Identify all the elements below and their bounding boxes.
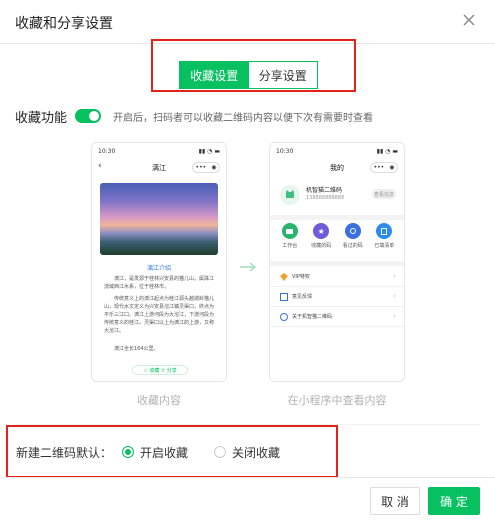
preview-miniprogram-phone: 10:30 ▮▮ ◔ ▬ 我的 ••• ◉ 机智猫二维码 138888888888… <box>269 142 405 382</box>
dialog-title: 收藏和分享设置 <box>15 16 113 32</box>
favorite-share-mini-buttons: ☆ 收藏 ⇪ 分享 <box>132 365 188 375</box>
favorite-toggle[interactable] <box>75 109 102 123</box>
list-item-about: 关于机智猫二维码 › <box>270 307 404 327</box>
capsule-menu-icon: ••• ◉ <box>192 162 220 173</box>
radio-option-enable[interactable]: 开启收藏 <box>122 444 188 461</box>
caption-view-in-miniprogram: 在小程序中查看内容 <box>287 394 387 407</box>
article-paragraph: 传统意义上的漓江起点为桂江源头越城岭猫儿山，现代水文定义为兴安县溶江镇灵渠口，终… <box>104 296 215 334</box>
default-favorite-setting: 新建二维码默认： 开启收藏 关闭收藏 <box>16 444 280 460</box>
list-icon <box>376 223 393 239</box>
radio-option-disable[interactable]: 关闭收藏 <box>214 444 280 461</box>
cancel-button[interactable]: 取 消 <box>370 487 420 515</box>
grid-item-filled: 已填清单 <box>370 223 398 259</box>
preview-favorite-phone: 10:30 ▮▮ ◔ ▬ ‹ 漓江 ••• ◉ 漓江介绍 漓江，是发源于桂林兴安县… <box>91 142 227 382</box>
signal-icon: ▮▮ ◔ ▬ <box>376 148 398 155</box>
divider <box>270 215 404 220</box>
profile-name: 机智猫二维码 <box>306 187 343 194</box>
profile-id: 138888888888 <box>306 195 345 201</box>
status-time: 10:30 <box>98 148 116 155</box>
tab-favorite-settings[interactable]: 收藏设置 <box>180 62 249 88</box>
divider <box>270 261 404 266</box>
settings-tabs: 收藏设置 分享设置 <box>179 61 318 89</box>
article-paragraph: 漓江全长164公里。 <box>114 346 159 352</box>
function-grid: 工作台 ★ 收藏的码 看过的码 已填清单 <box>274 223 400 259</box>
dialog-header: 收藏和分享设置 <box>0 0 495 44</box>
mini-navbar: ‹ 漓江 ••• ◉ <box>92 160 226 176</box>
radio-checked-icon[interactable] <box>122 446 135 458</box>
favorite-share-settings-dialog: 收藏和分享设置 收藏设置 分享设置 收藏功能 开启后，扫码者可以收藏二维码内容以… <box>0 0 495 522</box>
favorite-function-label: 收藏功能 <box>15 110 68 126</box>
info-icon <box>280 313 288 321</box>
status-bar: 10:30 ▮▮ ◔ ▬ <box>276 148 398 155</box>
list-item-vip: VIP特权 › <box>270 267 404 287</box>
star-icon: ★ <box>313 223 330 239</box>
lijiang-photo <box>100 183 218 255</box>
close-icon[interactable] <box>461 12 477 28</box>
favorite-description: 开启后，扫码者可以收藏二维码内容以便下次有需要时查看 <box>113 112 374 124</box>
mini-navbar: 我的 ••• ◉ <box>270 160 404 176</box>
grid-item-collected: ★ 收藏的码 <box>307 223 335 259</box>
list-item-feedback: 意见反馈 › <box>270 287 404 307</box>
status-time: 10:30 <box>276 148 294 155</box>
grid-item-workbench: 工作台 <box>276 223 304 259</box>
chevron-right-icon: › <box>393 272 396 280</box>
grid-item-viewed: 看过的码 <box>339 223 367 259</box>
chevron-right-icon: › <box>393 312 396 320</box>
photo-caption: 漓江介绍 <box>146 265 171 272</box>
workbench-icon <box>281 223 298 239</box>
default-setting-label: 新建二维码默认： <box>16 445 113 460</box>
capsule-menu-icon: ••• ◉ <box>370 162 398 173</box>
feedback-icon <box>280 293 288 301</box>
radio-unchecked-icon[interactable] <box>214 446 227 458</box>
article-paragraph: 漓江，是发源于桂林兴安县的猫儿山，属珠江流域西江水系，位于桂林市。 <box>104 276 215 290</box>
caption-favorite-content: 收藏内容 <box>137 394 181 407</box>
favorite-function-row: 收藏功能 开启后，扫码者可以收藏二维码内容以便下次有需要时查看 <box>15 107 374 126</box>
cat-avatar-icon <box>280 185 300 205</box>
profile-view-button: 查看信息 <box>372 189 396 199</box>
arrow-right-icon <box>240 262 257 272</box>
dialog-footer: 取 消 确 定 <box>0 477 495 522</box>
confirm-button[interactable]: 确 定 <box>428 487 480 515</box>
chevron-right-icon: › <box>393 292 396 300</box>
profile-row: 机智猫二维码 138888888888 查看信息 <box>276 181 398 211</box>
status-bar: 10:30 ▮▮ ◔ ▬ <box>98 148 220 155</box>
signal-icon: ▮▮ ◔ ▬ <box>198 148 220 155</box>
eye-icon <box>344 223 361 239</box>
vip-icon <box>280 273 288 281</box>
tab-share-settings[interactable]: 分享设置 <box>248 62 317 88</box>
